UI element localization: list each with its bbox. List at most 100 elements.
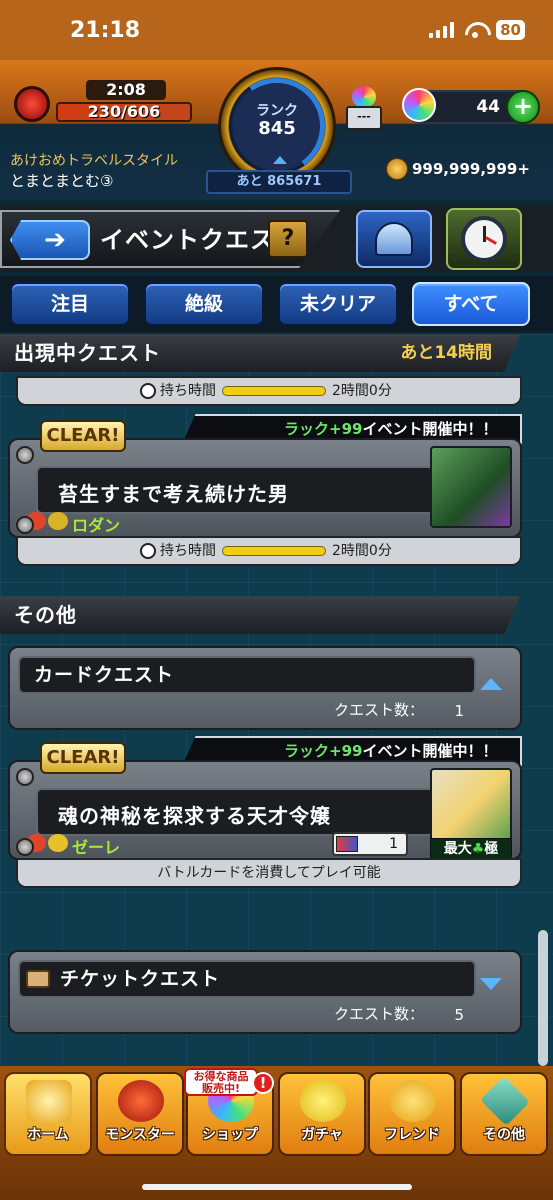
ticket-quest-folder[interactable]: チケットクエスト クエスト数： 5 (8, 950, 522, 1034)
alert-badge-icon: ! (252, 1072, 274, 1094)
list-scrollbar[interactable] (538, 930, 548, 1066)
stamina-timer: 2:08 (86, 80, 166, 100)
nav-other[interactable]: その他 (460, 1072, 548, 1156)
rank-indicator-icon (273, 156, 287, 164)
notification-bell-button[interactable] (356, 210, 432, 268)
signal-icon (429, 22, 455, 38)
status-bar: 21:18 80 (0, 0, 553, 60)
player-title: あけおめトラベルスタイル (10, 153, 178, 169)
quest-name-plate: 魂の神秘を探求する天才令嬢 (36, 788, 434, 836)
tab-all[interactable]: すべて (412, 282, 530, 326)
rank-value: 845 (258, 118, 296, 139)
orb-machine-label: --- (346, 106, 382, 130)
collapse-arrow-icon[interactable] (480, 678, 502, 690)
event-text: イベント開催中！！ (362, 420, 498, 438)
section-other: その他 (0, 596, 520, 634)
sale-badge: お得な商品 販売中! (184, 1068, 258, 1096)
nav-label: フレンド (384, 1127, 440, 1143)
folder-title: チケットクエスト (18, 960, 476, 998)
clock-icon (140, 383, 156, 399)
boss-name: ロダン (72, 516, 121, 535)
clover-icon: ♣ (471, 841, 485, 857)
event-luck: ラック+99 (284, 742, 363, 760)
ticket-icon (26, 970, 50, 988)
time-label: 持ち時間 (160, 543, 216, 559)
section-appearing: 出現中クエスト あと14時間 (0, 334, 520, 372)
quest-name: 魂の神秘を探求する天才令嬢 (58, 804, 331, 828)
quest-count-label: クエスト数： (333, 1005, 424, 1023)
orb-machine-icon[interactable]: --- (344, 86, 384, 130)
quest-count: 5 (454, 1006, 464, 1024)
stamina-value: 230/606 (87, 102, 161, 121)
nav-monster[interactable]: モンスター (96, 1072, 184, 1156)
quest-name: 苔生すまで考え続けた男 (58, 482, 289, 506)
nav-home[interactable]: ホーム (4, 1072, 92, 1156)
section-label: 出現中クエスト (14, 341, 161, 365)
gacha-ball-icon (48, 834, 68, 852)
home-indicator[interactable] (142, 1184, 412, 1190)
quest-list[interactable]: 出現中クエスト あと14時間 持ち時間 2時間0分 ラック+99イベント開催中！… (0, 334, 553, 1066)
home-icon (26, 1080, 72, 1122)
wifi-icon (464, 22, 486, 38)
monster-portrait-rodin (430, 446, 512, 528)
quest-count: 1 (454, 702, 464, 720)
boss-name: ゼーレ (72, 838, 121, 857)
buy-orbs-button[interactable]: + (506, 90, 540, 124)
section-remaining-time: あと14時間 (400, 343, 492, 363)
event-text: イベント開催中！！ (362, 742, 498, 760)
alarm-clock-button[interactable] (446, 208, 522, 270)
card-rivet-icon (16, 516, 34, 534)
rank-label: ランク (256, 103, 298, 119)
next-rank-exp: あと 865671 (206, 170, 352, 194)
quest-note: バトルカードを消費してプレイ可能 (16, 858, 522, 888)
quest-count-label: クエスト数： (333, 701, 424, 719)
event-luck: ラック+99 (284, 420, 363, 438)
status-time: 21:18 (70, 17, 141, 43)
battle-card-icon (336, 836, 358, 852)
tab-uncleared[interactable]: 未クリア (278, 282, 398, 326)
card-quest-folder[interactable]: カードクエスト クエスト数： 1 (8, 646, 522, 730)
rank-badge[interactable]: ランク 845 (218, 67, 336, 185)
back-button[interactable]: ➔ (10, 220, 90, 260)
help-button[interactable]: ? (268, 220, 308, 258)
battery-icon: 80 (496, 20, 525, 40)
nav-label: ホーム (27, 1127, 69, 1143)
time-value: 2時間0分 (332, 543, 392, 559)
clear-badge: CLEAR! (40, 742, 126, 774)
card-rivet-icon (16, 768, 34, 786)
quest-name-plate: 苔生すまで考え続けた男 (36, 466, 434, 514)
tab-ultimate[interactable]: 絶級 (144, 282, 264, 326)
max-luck-tag: 最大♣極 (430, 838, 512, 860)
time-gauge (222, 386, 326, 396)
nav-label: ガチャ (301, 1127, 343, 1143)
battle-card-value: 1 (389, 836, 398, 852)
time-bar: 持ち時間 2時間0分 (16, 376, 522, 406)
tab-featured[interactable]: 注目 (10, 282, 130, 326)
status-icons: 80 (429, 20, 525, 40)
coin-count: 999,999,999+ (412, 160, 530, 178)
time-bar: 持ち時間 2時間0分 (16, 536, 522, 566)
friend-icon (390, 1080, 436, 1122)
orb-icon (402, 88, 436, 122)
orb-count: 44 (476, 97, 500, 117)
nav-gacha[interactable]: ガチャ (278, 1072, 366, 1156)
bell-icon (375, 222, 413, 256)
sale-badge-line2: 販売中! (201, 1082, 241, 1095)
card-rivet-icon (16, 446, 34, 464)
player-name: とまとまとむ③ (10, 172, 114, 190)
alarm-clock-icon (461, 216, 507, 262)
treasure-icon (48, 512, 68, 530)
coin-icon (386, 158, 408, 180)
clear-badge: CLEAR! (40, 420, 126, 452)
orb-ball-icon (352, 86, 376, 108)
card-rivet-icon (16, 838, 34, 856)
time-gauge (222, 546, 326, 556)
folder-title: カードクエスト (18, 656, 476, 694)
nav-friend[interactable]: フレンド (368, 1072, 456, 1156)
time-label: 持ち時間 (160, 383, 216, 399)
battle-card-count: 1 (332, 832, 408, 856)
max-label: 最大 (443, 841, 472, 857)
time-value: 2時間0分 (332, 383, 392, 399)
gacha-icon (300, 1080, 346, 1122)
expand-arrow-icon[interactable] (480, 978, 502, 990)
